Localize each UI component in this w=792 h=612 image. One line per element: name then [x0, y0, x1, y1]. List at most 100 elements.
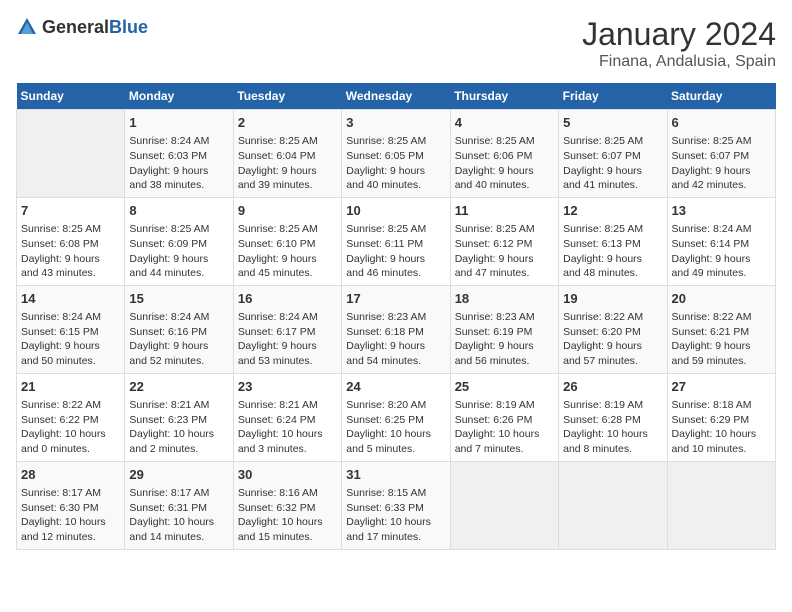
day-number: 18: [455, 290, 554, 308]
logo-blue: Blue: [109, 17, 148, 37]
week-row-1: 1Sunrise: 8:24 AMSunset: 6:03 PMDaylight…: [17, 110, 776, 198]
day-info: Sunrise: 8:25 AMSunset: 6:05 PMDaylight:…: [346, 134, 445, 193]
day-number: 23: [238, 378, 337, 396]
day-info: Sunrise: 8:22 AMSunset: 6:20 PMDaylight:…: [563, 310, 662, 369]
day-info: Sunrise: 8:22 AMSunset: 6:22 PMDaylight:…: [21, 398, 120, 457]
day-info: Sunrise: 8:25 AMSunset: 6:08 PMDaylight:…: [21, 222, 120, 281]
calendar-cell: 13 Sunrise: 8:24 AMSunset: 6:14 PMDayligh…: [667, 197, 775, 285]
title-block: January 2024 Finana, Andalusia, Spain: [582, 16, 776, 71]
col-header-wednesday: Wednesday: [342, 83, 450, 110]
week-row-3: 14Sunrise: 8:24 AMSunset: 6:15 PMDayligh…: [17, 285, 776, 373]
calendar-cell: 12 Sunrise: 8:25 AMSunset: 6:13 PMDayligh…: [559, 197, 667, 285]
day-info: Sunrise: 8:23 AMSunset: 6:19 PMDaylight:…: [455, 310, 554, 369]
day-number: 1: [129, 114, 228, 132]
day-info: Sunrise: 8:19 AMSunset: 6:26 PMDaylight:…: [455, 398, 554, 457]
col-header-friday: Friday: [559, 83, 667, 110]
day-info: Sunrise: 8:25 AMSunset: 6:07 PMDaylight:…: [672, 134, 771, 193]
calendar-cell: 1Sunrise: 8:24 AMSunset: 6:03 PMDaylight…: [125, 110, 233, 198]
page-title: January 2024: [582, 16, 776, 53]
col-header-sunday: Sunday: [17, 83, 125, 110]
day-info: Sunrise: 8:24 AMSunset: 6:14 PMDaylight:…: [672, 222, 771, 281]
day-number: 13: [672, 202, 771, 220]
day-info: Sunrise: 8:19 AMSunset: 6:28 PMDaylight:…: [563, 398, 662, 457]
calendar-cell: 2Sunrise: 8:25 AMSunset: 6:04 PMDaylight…: [233, 110, 341, 198]
calendar-cell: 31Sunrise: 8:15 AMSunset: 6:33 PMDayligh…: [342, 461, 450, 549]
day-info: Sunrise: 8:25 AMSunset: 6:06 PMDaylight:…: [455, 134, 554, 193]
col-header-monday: Monday: [125, 83, 233, 110]
logo-icon: [16, 16, 38, 38]
calendar-header: SundayMondayTuesdayWednesdayThursdayFrid…: [17, 83, 776, 110]
calendar-cell: 7Sunrise: 8:25 AMSunset: 6:08 PMDaylight…: [17, 197, 125, 285]
calendar-cell: 30Sunrise: 8:16 AMSunset: 6:32 PMDayligh…: [233, 461, 341, 549]
col-header-thursday: Thursday: [450, 83, 558, 110]
day-number: 27: [672, 378, 771, 396]
calendar-cell: 6 Sunrise: 8:25 AMSunset: 6:07 PMDaylight…: [667, 110, 775, 198]
day-number: 11: [455, 202, 554, 220]
day-number: 17: [346, 290, 445, 308]
day-number: 9: [238, 202, 337, 220]
calendar-cell: [17, 110, 125, 198]
calendar-cell: 19 Sunrise: 8:22 AMSunset: 6:20 PMDayligh…: [559, 285, 667, 373]
day-number: 26: [563, 378, 662, 396]
page-subtitle: Finana, Andalusia, Spain: [582, 53, 776, 71]
day-number: 24: [346, 378, 445, 396]
calendar-cell: 20Sunrise: 8:22 AMSunset: 6:21 PMDayligh…: [667, 285, 775, 373]
calendar-cell: 14Sunrise: 8:24 AMSunset: 6:15 PMDayligh…: [17, 285, 125, 373]
day-number: 15: [129, 290, 228, 308]
day-info: Sunrise: 8:25 AMSunset: 6:10 PMDaylight:…: [238, 222, 337, 281]
calendar-cell: 27 Sunrise: 8:18 AMSunset: 6:29 PMDayligh…: [667, 373, 775, 461]
day-number: 8: [129, 202, 228, 220]
day-number: 29: [129, 466, 228, 484]
calendar-cell: 4Sunrise: 8:25 AMSunset: 6:06 PMDaylight…: [450, 110, 558, 198]
calendar-cell: 9 Sunrise: 8:25 AMSunset: 6:10 PMDaylight…: [233, 197, 341, 285]
day-info: Sunrise: 8:24 AMSunset: 6:15 PMDaylight:…: [21, 310, 120, 369]
day-info: Sunrise: 8:21 AMSunset: 6:23 PMDaylight:…: [129, 398, 228, 457]
logo-general: General: [42, 17, 109, 37]
day-info: Sunrise: 8:25 AMSunset: 6:12 PMDaylight:…: [455, 222, 554, 281]
day-number: 31: [346, 466, 445, 484]
logo-text: GeneralBlue: [42, 17, 148, 38]
day-info: Sunrise: 8:21 AMSunset: 6:24 PMDaylight:…: [238, 398, 337, 457]
day-number: 5: [563, 114, 662, 132]
week-row-2: 7Sunrise: 8:25 AMSunset: 6:08 PMDaylight…: [17, 197, 776, 285]
calendar-cell: 8 Sunrise: 8:25 AMSunset: 6:09 PMDaylight…: [125, 197, 233, 285]
day-number: 2: [238, 114, 337, 132]
day-info: Sunrise: 8:25 AMSunset: 6:09 PMDaylight:…: [129, 222, 228, 281]
calendar-cell: 29Sunrise: 8:17 AMSunset: 6:31 PMDayligh…: [125, 461, 233, 549]
calendar-cell: [667, 461, 775, 549]
day-info: Sunrise: 8:24 AMSunset: 6:16 PMDaylight:…: [129, 310, 228, 369]
calendar-cell: 5 Sunrise: 8:25 AMSunset: 6:07 PMDaylight…: [559, 110, 667, 198]
day-info: Sunrise: 8:25 AMSunset: 6:07 PMDaylight:…: [563, 134, 662, 193]
calendar-cell: 26 Sunrise: 8:19 AMSunset: 6:28 PMDayligh…: [559, 373, 667, 461]
col-header-saturday: Saturday: [667, 83, 775, 110]
calendar-cell: 28 Sunrise: 8:17 AMSunset: 6:30 PMDayligh…: [17, 461, 125, 549]
day-number: 6: [672, 114, 771, 132]
day-number: 25: [455, 378, 554, 396]
day-info: Sunrise: 8:16 AMSunset: 6:32 PMDaylight:…: [238, 486, 337, 545]
day-number: 22: [129, 378, 228, 396]
calendar-cell: 11 Sunrise: 8:25 AMSunset: 6:12 PMDayligh…: [450, 197, 558, 285]
calendar-cell: 15 Sunrise: 8:24 AMSunset: 6:16 PMDayligh…: [125, 285, 233, 373]
day-number: 20: [672, 290, 771, 308]
day-number: 19: [563, 290, 662, 308]
calendar-cell: 21Sunrise: 8:22 AMSunset: 6:22 PMDayligh…: [17, 373, 125, 461]
week-row-5: 28 Sunrise: 8:17 AMSunset: 6:30 PMDayligh…: [17, 461, 776, 549]
day-number: 28: [21, 466, 120, 484]
calendar-cell: 18 Sunrise: 8:23 AMSunset: 6:19 PMDayligh…: [450, 285, 558, 373]
day-info: Sunrise: 8:23 AMSunset: 6:18 PMDaylight:…: [346, 310, 445, 369]
col-header-tuesday: Tuesday: [233, 83, 341, 110]
day-info: Sunrise: 8:18 AMSunset: 6:29 PMDaylight:…: [672, 398, 771, 457]
day-info: Sunrise: 8:20 AMSunset: 6:25 PMDaylight:…: [346, 398, 445, 457]
day-info: Sunrise: 8:17 AMSunset: 6:30 PMDaylight:…: [21, 486, 120, 545]
calendar-cell: [450, 461, 558, 549]
calendar-cell: 17 Sunrise: 8:23 AMSunset: 6:18 PMDayligh…: [342, 285, 450, 373]
calendar-cell: 10Sunrise: 8:25 AMSunset: 6:11 PMDayligh…: [342, 197, 450, 285]
day-info: Sunrise: 8:25 AMSunset: 6:13 PMDaylight:…: [563, 222, 662, 281]
page-header: GeneralBlue January 2024 Finana, Andalus…: [16, 16, 776, 71]
day-number: 3: [346, 114, 445, 132]
week-row-4: 21Sunrise: 8:22 AMSunset: 6:22 PMDayligh…: [17, 373, 776, 461]
day-number: 12: [563, 202, 662, 220]
day-number: 16: [238, 290, 337, 308]
calendar-cell: 24 Sunrise: 8:20 AMSunset: 6:25 PMDayligh…: [342, 373, 450, 461]
calendar-cell: 3 Sunrise: 8:25 AMSunset: 6:05 PMDaylight…: [342, 110, 450, 198]
